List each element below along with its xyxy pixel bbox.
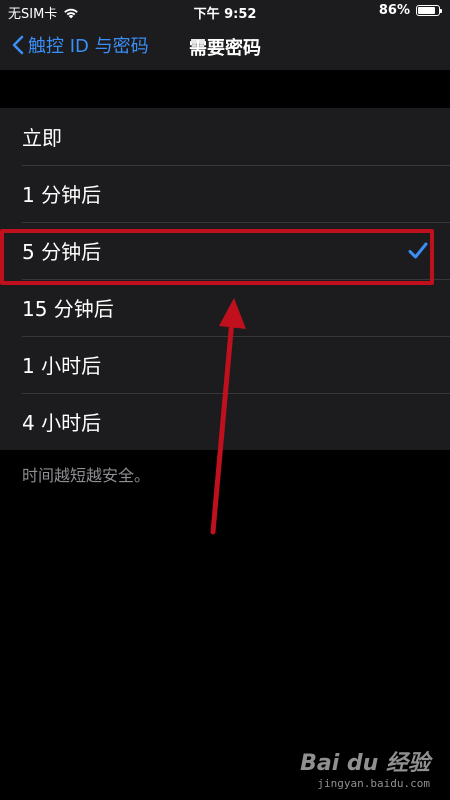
option-label: 立即 — [22, 126, 62, 150]
checkmark-icon — [408, 242, 428, 258]
option-label: 1 分钟后 — [22, 183, 102, 207]
chevron-left-icon — [12, 35, 24, 55]
option-row[interactable]: 1 分钟后 — [0, 165, 450, 222]
option-row[interactable]: 5 分钟后 — [0, 222, 450, 279]
watermark: Bai du 经验 jingyan.baidu.com — [300, 745, 430, 790]
option-row[interactable]: 4 小时后 — [0, 393, 450, 450]
footer-note: 时间越短越安全。 — [22, 466, 151, 485]
option-label: 5 分钟后 — [22, 240, 102, 264]
option-label: 1 小时后 — [22, 354, 102, 378]
option-label: 4 小时后 — [22, 411, 102, 435]
battery-percent: 86% — [378, 3, 410, 18]
watermark-logo: Bai du 经验 — [300, 751, 430, 776]
require-passcode-options: 立即 1 分钟后 5 分钟后 15 分钟后 1 小时后 4 小时后 — [0, 108, 450, 450]
battery-fill — [418, 7, 435, 14]
option-label: 15 分钟后 — [22, 297, 114, 321]
back-button[interactable]: 触控 ID 与密码 — [12, 32, 149, 58]
option-row[interactable]: 立即 — [0, 108, 450, 165]
option-row[interactable]: 15 分钟后 — [0, 279, 450, 336]
option-row[interactable]: 1 小时后 — [0, 336, 450, 393]
status-bar: 无SIM卡 下午 9:52 86% — [0, 0, 450, 22]
navigation-bar: 触控 ID 与密码 需要密码 — [0, 22, 450, 70]
battery-icon — [416, 5, 442, 16]
back-label: 触控 ID 与密码 — [28, 36, 149, 57]
watermark-url: jingyan.baidu.com — [317, 777, 430, 790]
status-right: 86% — [378, 3, 442, 18]
